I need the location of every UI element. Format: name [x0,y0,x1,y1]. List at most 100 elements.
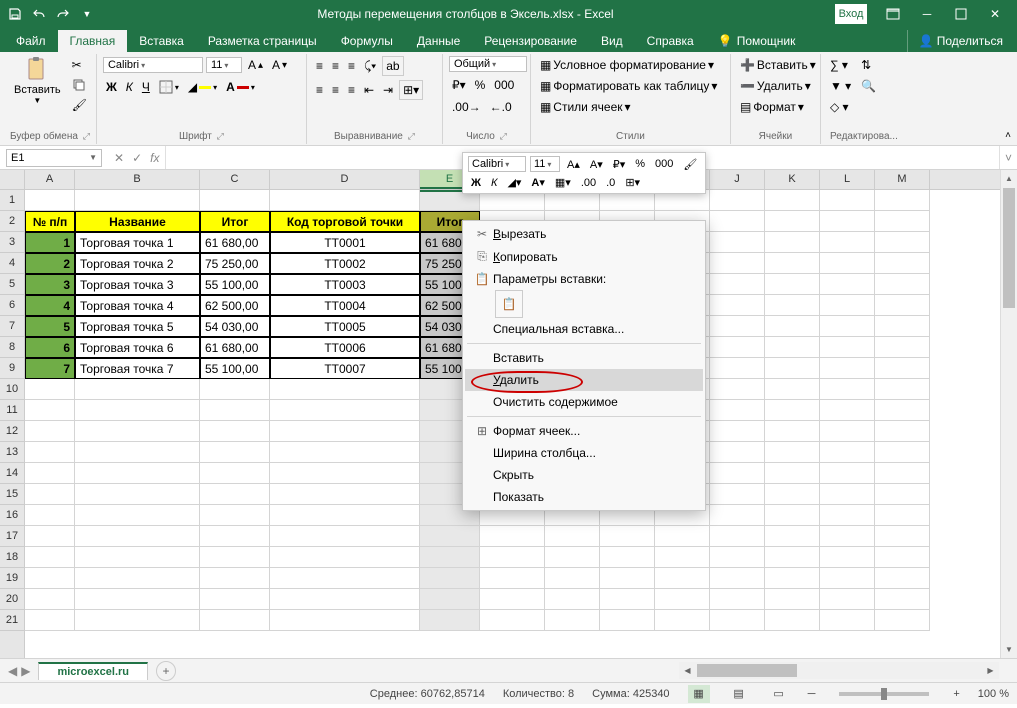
cell[interactable]: 55 100,00 [200,274,270,295]
ctx-insert[interactable]: Вставить [465,347,703,369]
cell[interactable] [545,547,600,568]
cell[interactable] [200,379,270,400]
row-header[interactable]: 10 [0,379,24,400]
cell[interactable] [820,274,875,295]
cell[interactable] [710,190,765,211]
expand-formula-bar-icon[interactable]: ˅ [999,146,1017,169]
cell[interactable] [25,568,75,589]
cell[interactable] [200,547,270,568]
column-header[interactable]: C [200,170,270,189]
row-header[interactable]: 9 [0,358,24,379]
cell[interactable]: 62 500,00 [200,295,270,316]
mini-thousands[interactable]: 000 [652,157,676,171]
cell[interactable] [75,505,200,526]
cell[interactable]: 61 680,00 [200,337,270,358]
cell[interactable] [765,589,820,610]
cell[interactable] [600,589,655,610]
mini-borders[interactable]: ▦▾ [552,175,574,190]
decrease-indent-button[interactable]: ⇤ [361,81,377,99]
cell[interactable] [875,379,930,400]
cell[interactable] [420,568,480,589]
horizontal-scrollbar[interactable]: ◀ ▶ [679,662,999,679]
cell[interactable] [420,589,480,610]
cell[interactable] [875,589,930,610]
column-header[interactable]: D [270,170,420,189]
cell[interactable] [25,526,75,547]
cell[interactable] [200,589,270,610]
cell[interactable] [820,211,875,232]
cell[interactable]: ТТ0003 [270,274,420,295]
cell[interactable] [710,253,765,274]
dialog-launcher-icon[interactable]: ⤢ [217,131,224,141]
cell[interactable]: 7 [25,358,75,379]
cell[interactable] [200,610,270,631]
format-as-table-button[interactable]: ▦ Форматировать как таблицу ▾ [537,77,721,95]
zoom-slider[interactable] [839,692,929,696]
cell[interactable] [600,526,655,547]
cell[interactable] [765,526,820,547]
cell[interactable] [545,526,600,547]
mini-fill-color[interactable]: ◢▾ [504,175,524,190]
wrap-text-button[interactable]: ab [382,56,403,76]
font-color-button[interactable]: А▾ [223,78,258,96]
cell[interactable] [25,589,75,610]
align-center-button[interactable]: ≡ [329,81,342,99]
scroll-right-icon[interactable]: ▶ [982,662,999,679]
cell[interactable] [200,568,270,589]
tell-me[interactable]: 💡 Помощник [706,30,808,52]
scroll-up-icon[interactable]: ▲ [1001,170,1017,187]
cell[interactable] [875,274,930,295]
cell[interactable] [270,610,420,631]
scrollbar-thumb[interactable] [1003,188,1015,308]
tab-insert[interactable]: Вставка [127,30,196,52]
percent-button[interactable]: % [472,76,489,94]
minimize-icon[interactable]: ─ [911,4,943,24]
vertical-scrollbar[interactable]: ▲ ▼ [1000,170,1017,658]
cell[interactable] [25,484,75,505]
cell[interactable] [765,337,820,358]
tab-review[interactable]: Рецензирование [472,30,589,52]
cell[interactable] [270,547,420,568]
mini-font-family[interactable]: Calibri▾ [468,156,526,172]
close-icon[interactable]: ✕ [979,4,1011,24]
enter-formula-icon[interactable]: ✓ [132,151,142,165]
cell[interactable]: 4 [25,295,75,316]
cell[interactable] [75,190,200,211]
maximize-icon[interactable] [945,4,977,24]
cell[interactable] [480,610,545,631]
cell[interactable] [270,190,420,211]
cell[interactable] [710,379,765,400]
cell[interactable] [270,379,420,400]
cell[interactable] [545,610,600,631]
cell[interactable] [710,358,765,379]
cell[interactable] [875,547,930,568]
sheet-tab[interactable]: microexcel.ru [38,662,148,680]
cell[interactable]: 1 [25,232,75,253]
mini-font-size[interactable]: 11▾ [530,156,560,172]
scroll-left-icon[interactable]: ◀ [679,662,696,679]
cell[interactable] [420,610,480,631]
cell[interactable] [820,358,875,379]
cell[interactable] [420,526,480,547]
tab-help[interactable]: Справка [635,30,706,52]
conditional-formatting-button[interactable]: ▦ Условное форматирование ▾ [537,56,721,74]
increase-decimal-button[interactable]: .00→ [449,98,484,116]
cell[interactable] [765,547,820,568]
cell[interactable] [270,484,420,505]
align-middle-button[interactable]: ≡ [329,57,342,75]
cell[interactable] [875,505,930,526]
mini-currency[interactable]: ₽▾ [610,157,629,172]
cell[interactable] [765,463,820,484]
ctx-cut[interactable]: ✂Вырезать [465,223,703,245]
dialog-launcher-icon[interactable]: ⤢ [500,131,507,141]
cell[interactable] [820,379,875,400]
cell[interactable]: № п/п [25,211,75,232]
row-header[interactable]: 6 [0,295,24,316]
row-header[interactable]: 16 [0,505,24,526]
cell[interactable] [270,463,420,484]
row-header[interactable]: 8 [0,337,24,358]
cell[interactable] [820,421,875,442]
cell[interactable] [765,190,820,211]
cell[interactable] [765,379,820,400]
ctx-show[interactable]: Показать [465,486,703,508]
